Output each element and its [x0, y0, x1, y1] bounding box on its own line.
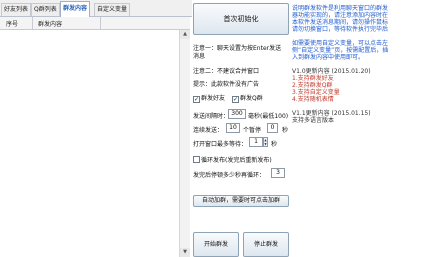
info-line: 4.支持随机表情 [292, 96, 334, 103]
tab-send-content[interactable]: 群发内容 [60, 1, 91, 17]
start-send-button[interactable]: 开始群发 [193, 232, 239, 257]
vertical-scrollbar[interactable]: ▲ ▼ [179, 30, 190, 257]
note-enter-send: 注意一：聊天设置为按Enter发送 [193, 45, 282, 52]
column-header-content[interactable]: 群发内容 [38, 19, 62, 28]
send-interval-unit: 毫秒(最低100) [248, 113, 289, 120]
column-divider [32, 17, 33, 30]
continuous-send-input[interactable]: 10 [226, 123, 240, 133]
send-interval-label: 发送间隔时： [193, 113, 230, 120]
column-header-index[interactable]: 序号 [6, 19, 18, 28]
open-window-wait-input[interactable]: 1 [249, 137, 263, 147]
open-window-wait-unit: 秒 [271, 141, 278, 148]
scroll-down-icon[interactable]: ▼ [180, 248, 190, 257]
tab-bar: 好友列表 Q群列表 群发内容 自定义变量 [0, 0, 192, 17]
note-enter-send-cont: 消息 [193, 53, 206, 60]
resend-pause-label: 发完后停顿多少秒再循环： [193, 172, 266, 179]
table-header: 序号 群发内容 [0, 17, 190, 30]
send-interval-input[interactable]: 300 [228, 109, 246, 119]
info-line: 入到群发内容中使用即可。 [292, 54, 365, 61]
checkbox-loop-send[interactable]: 循环发布(发完后重新发布) [193, 155, 272, 164]
checkbox-icon[interactable] [232, 96, 239, 103]
checkbox-icon[interactable] [193, 96, 200, 103]
note-no-merge-window: 注意二：不建议合并窗口 [193, 68, 260, 75]
column-divider [100, 17, 101, 30]
checkbox-send-friends[interactable]: 群发好友 [193, 93, 225, 103]
join-group-button[interactable]: 自动加群，需要时可点击加群 [193, 195, 289, 207]
resend-pause-input[interactable]: 3 [271, 168, 285, 178]
pause-label: 个暂停 [243, 127, 262, 134]
info-line: 请勿切换窗口，等待软件执行完毕后 [292, 26, 389, 33]
pause-seconds-input[interactable]: 0 [267, 123, 278, 133]
pause-unit: 秒 [282, 127, 289, 134]
continuous-send-label: 连续发送： [193, 127, 224, 134]
tab-custom-variables[interactable]: 自定义变量 [94, 3, 131, 16]
tab-qgroup-list[interactable]: Q群列表 [31, 3, 60, 16]
note-no-ads: 提示：此款软件没有广告 [193, 81, 260, 88]
init-button[interactable]: 首次初始化 [193, 3, 289, 35]
open-window-wait-label: 打开窗口最多等待： [193, 141, 248, 148]
scroll-up-icon[interactable]: ▲ [180, 30, 190, 39]
stop-send-button[interactable]: 停止群发 [243, 232, 289, 257]
info-line: 支持多语言版本 [292, 117, 335, 124]
spinner-icon[interactable]: ▲ ▼ [263, 137, 268, 147]
tab-friend-list[interactable]: 好友列表 [1, 3, 32, 16]
content-table[interactable]: 序号 群发内容 ▲ ▼ [0, 17, 190, 257]
info-panel: 说明群发软件是利用聊天窗口的群发 器功能实现的，请注意添加内容时在 本软件发送消… [292, 0, 433, 257]
checkbox-icon[interactable] [193, 156, 200, 163]
checkbox-send-groups[interactable]: 群发Q群 [232, 93, 263, 103]
